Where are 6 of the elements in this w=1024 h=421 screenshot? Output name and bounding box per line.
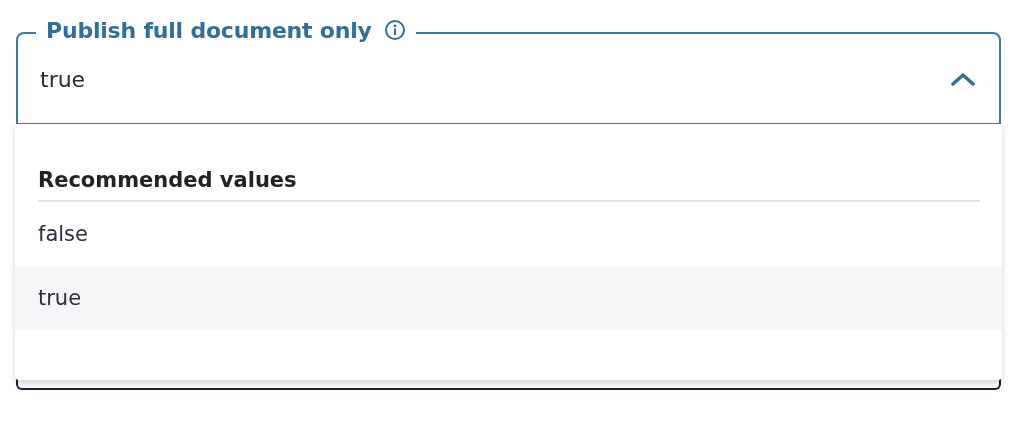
menu-option[interactable]: true — [15, 266, 1002, 330]
info-icon[interactable] — [383, 19, 406, 41]
menu-heading: Recommended values — [38, 168, 980, 202]
chevron-up-icon[interactable] — [951, 71, 975, 86]
field-value: true — [40, 67, 87, 92]
menu-option[interactable]: false — [15, 202, 1002, 266]
